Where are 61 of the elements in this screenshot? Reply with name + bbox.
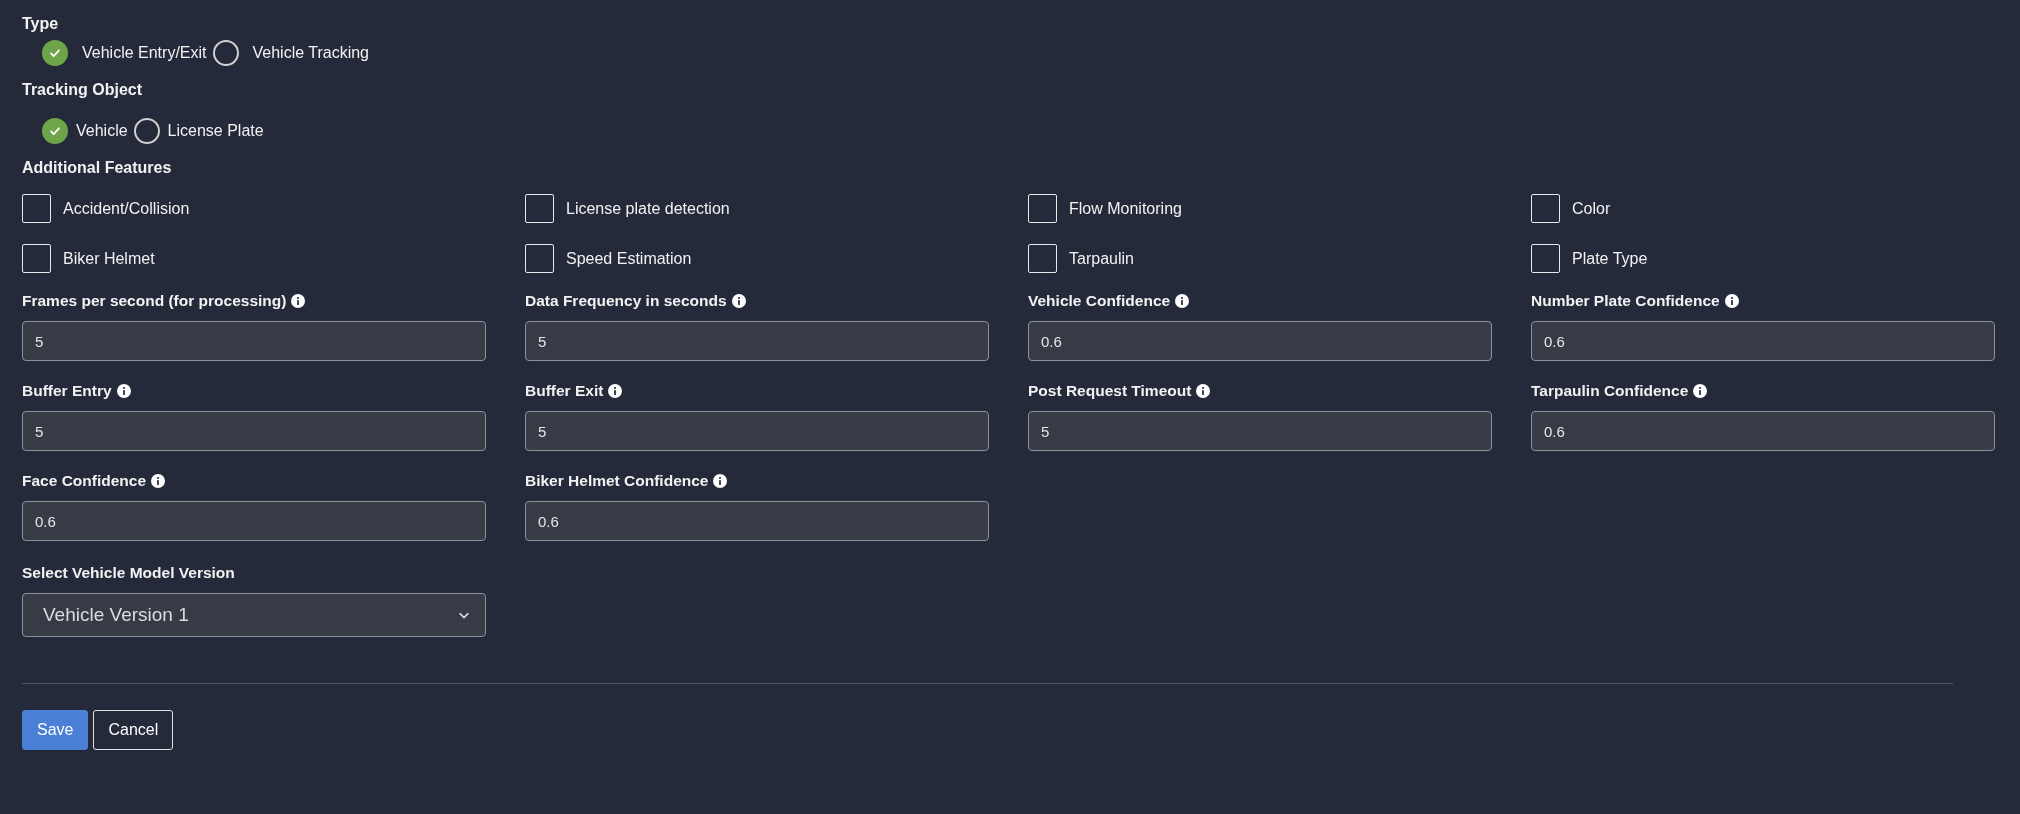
- field-label: Data Frequency in seconds: [525, 292, 727, 310]
- checkbox-option[interactable]: Accident/Collision: [22, 194, 486, 223]
- checkbox-option[interactable]: Biker Helmet: [22, 244, 486, 273]
- info-icon[interactable]: [291, 294, 306, 308]
- field-label: Biker Helmet Confidence: [525, 472, 709, 490]
- info-icon[interactable]: [151, 474, 166, 488]
- checkbox[interactable]: [1028, 194, 1057, 223]
- radio-icon[interactable]: [212, 40, 239, 66]
- form-button[interactable]: Save: [22, 710, 89, 750]
- radio-icon[interactable]: [42, 40, 68, 66]
- checkbox[interactable]: [1531, 194, 1560, 223]
- field-label: Buffer Entry: [22, 382, 112, 400]
- input-field[interactable]: 0.6: [1531, 411, 1995, 451]
- info-icon[interactable]: [116, 384, 131, 398]
- radio-icon[interactable]: [42, 118, 68, 144]
- radio-option[interactable]: Vehicle Tracking: [212, 40, 369, 66]
- radio-option[interactable]: Vehicle Entry/Exit: [42, 40, 207, 66]
- checkbox-option[interactable]: Color: [1531, 194, 1995, 223]
- field-label: Vehicle Confidence: [1028, 292, 1171, 310]
- section-heading: Additional Features: [22, 158, 173, 178]
- field-label: Buffer Exit: [525, 382, 604, 400]
- radio-option[interactable]: Vehicle: [42, 118, 128, 144]
- field-label: Frames per second (for processing): [22, 292, 287, 310]
- field-label: Number Plate Confidence: [1531, 292, 1720, 310]
- input-field[interactable]: 0.6: [1531, 321, 1995, 361]
- checkbox-option[interactable]: Plate Type: [1531, 244, 1995, 273]
- input-field[interactable]: 0.6: [525, 501, 989, 541]
- checkbox-option[interactable]: Flow Monitoring: [1028, 194, 1492, 223]
- input-field[interactable]: 5: [1028, 411, 1492, 451]
- checkbox[interactable]: [525, 194, 554, 223]
- info-icon[interactable]: [1724, 294, 1739, 308]
- radio-option[interactable]: License Plate: [133, 118, 264, 144]
- info-icon[interactable]: [713, 474, 728, 488]
- info-icon[interactable]: [1693, 384, 1708, 398]
- input-field[interactable]: 5: [525, 411, 989, 451]
- checkbox[interactable]: [1531, 244, 1560, 273]
- field-label: Post Request Timeout: [1028, 382, 1192, 400]
- checkbox-option[interactable]: Speed Estimation: [525, 244, 989, 273]
- section-heading: Type: [22, 14, 60, 34]
- input-field[interactable]: 0.6: [1028, 321, 1492, 361]
- input-field[interactable]: 5: [22, 411, 486, 451]
- checkbox[interactable]: [22, 244, 51, 273]
- checkbox-option[interactable]: License plate detection: [525, 194, 989, 223]
- section-heading: Tracking Object: [22, 80, 144, 100]
- dropdown[interactable]: Vehicle Version 1: [22, 593, 486, 637]
- info-icon[interactable]: [608, 384, 623, 398]
- field-label: Tarpaulin Confidence: [1531, 382, 1689, 400]
- checkbox[interactable]: [22, 194, 51, 223]
- form-button[interactable]: Cancel: [93, 710, 174, 750]
- input-field[interactable]: 5: [22, 321, 486, 361]
- info-icon[interactable]: [1175, 294, 1190, 308]
- info-icon[interactable]: [1196, 384, 1211, 398]
- radio-icon[interactable]: [133, 118, 160, 144]
- field-label: Face Confidence: [22, 472, 147, 490]
- info-icon[interactable]: [731, 294, 746, 308]
- input-field[interactable]: 5: [525, 321, 989, 361]
- checkbox-option[interactable]: Tarpaulin: [1028, 244, 1492, 273]
- checkbox[interactable]: [1028, 244, 1057, 273]
- input-field[interactable]: 0.6: [22, 501, 486, 541]
- checkbox[interactable]: [525, 244, 554, 273]
- field-label: Select Vehicle Model Version: [22, 564, 235, 582]
